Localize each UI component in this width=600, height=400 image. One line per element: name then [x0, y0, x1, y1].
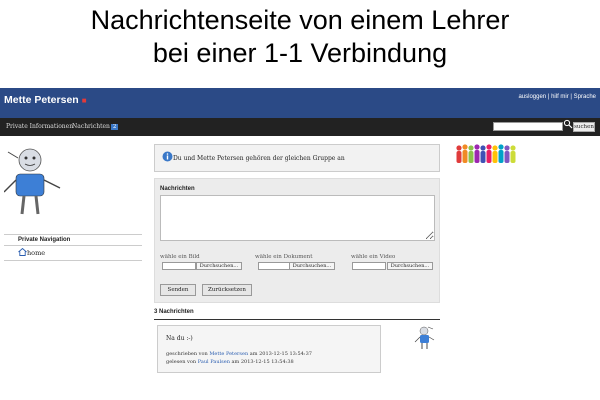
message-label: Nachrichten — [160, 186, 195, 192]
user-avatar — [4, 148, 61, 215]
tab-private-info[interactable]: Private Informationen — [6, 123, 73, 130]
main-nav-bar: Private Informationen Nachrichten 2 suche… — [0, 118, 600, 136]
group-info-box: Du und Mette Petersen gehören der gleich… — [154, 144, 440, 172]
language-link[interactable]: Sprache — [574, 94, 596, 100]
message-written-meta: geschrieben von Mette Petersen am 2013-1… — [166, 351, 312, 357]
messages-count-badge: 2 — [110, 124, 119, 130]
message-form: Nachrichten wähle ein Bild Durchsuchen..… — [154, 178, 440, 303]
message-body: Na du :-) — [166, 335, 193, 342]
group-people-icon — [456, 144, 516, 163]
search-icon — [563, 119, 573, 129]
send-button[interactable]: Senden — [160, 284, 196, 296]
tab-messages[interactable]: Nachrichten 2 — [72, 123, 119, 130]
search-button[interactable]: suchen — [573, 122, 595, 132]
written-by-link[interactable]: Mette Petersen — [209, 351, 248, 357]
read-at: am 2013-12-15 13:54:38 — [231, 359, 294, 365]
sidebar-item-home[interactable]: home — [4, 246, 142, 261]
read-prefix: gelesen von — [166, 359, 197, 365]
sender-avatar — [414, 326, 435, 349]
message-textarea[interactable] — [160, 195, 435, 241]
video-browse-button[interactable]: Durchsuchen... — [387, 262, 433, 270]
tab-messages-label: Nachrichten — [72, 123, 110, 130]
user-name-link[interactable]: Mette Petersen ■ — [4, 94, 87, 106]
search-input[interactable] — [493, 122, 563, 131]
caption-line-1: Nachrichtenseite von einem Lehrer — [90, 5, 510, 35]
written-at: am 2013-12-15 13:54:37 — [249, 351, 312, 357]
caption-line-2: bei einer 1-1 Verbindung — [152, 38, 448, 68]
info-icon — [162, 151, 173, 162]
home-icon — [18, 247, 27, 256]
message-count: 3 Nachrichten — [154, 309, 194, 315]
image-upload-label: wähle ein Bild — [160, 254, 200, 260]
private-navigation-heading: Private Navigation — [4, 234, 142, 246]
group-info-text: Du und Mette Petersen gehören der gleich… — [173, 155, 345, 162]
image-browse-button[interactable]: Durchsuchen... — [196, 262, 242, 270]
private-navigation: Private Navigation home — [4, 234, 142, 261]
video-file-input[interactable] — [352, 262, 386, 270]
sidebar-item-home-label: home — [27, 249, 46, 257]
message-item: Na du :-) geschrieben von Mette Petersen… — [157, 325, 381, 373]
help-link[interactable]: hilf mir — [551, 94, 569, 100]
logout-link[interactable]: ausloggen — [518, 94, 546, 100]
reset-button[interactable]: Zurücksetzen — [202, 284, 252, 296]
message-read-meta: gelesen von Paul Paulsen am 2013-12-15 1… — [166, 359, 294, 365]
user-name: Mette Petersen — [4, 94, 79, 106]
document-file-input[interactable] — [258, 262, 292, 270]
notification-icon[interactable]: ■ — [82, 96, 87, 105]
message-divider — [154, 319, 440, 320]
read-by-link[interactable]: Paul Paulsen — [198, 359, 230, 365]
written-prefix: geschrieben von — [166, 351, 208, 357]
video-upload-label: wähle ein Video — [351, 254, 396, 260]
top-header-bar: Mette Petersen ■ ausloggen | hilf mir | S… — [0, 88, 600, 118]
document-upload-label: wähle ein Dokument — [255, 254, 313, 260]
caption: Nachrichtenseite von einem Lehrer bei ei… — [0, 4, 600, 70]
header-links: ausloggen | hilf mir | Sprache — [518, 94, 596, 100]
document-browse-button[interactable]: Durchsuchen... — [289, 262, 335, 270]
image-file-input[interactable] — [162, 262, 196, 270]
